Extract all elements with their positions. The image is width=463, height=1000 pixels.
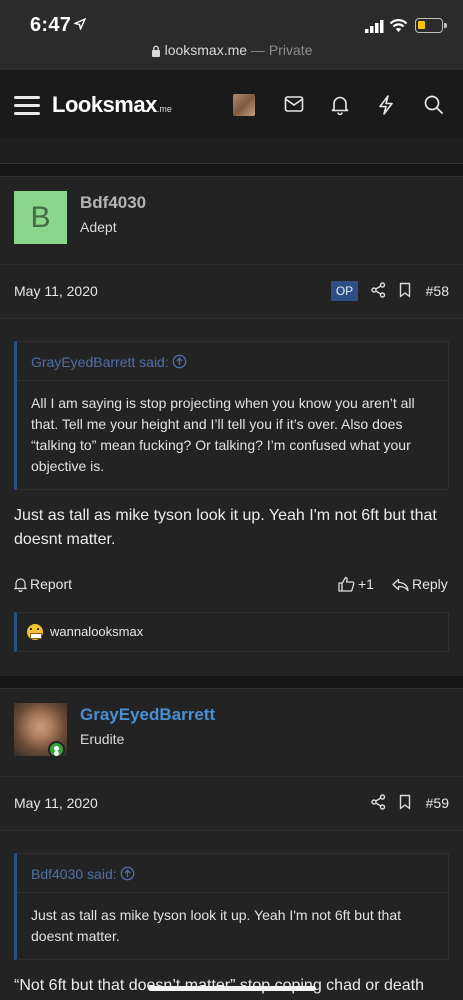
post-body: Just as tall as mike tyson look it up. Y… bbox=[14, 507, 437, 548]
quote-author: GrayEyedBarrett said: bbox=[31, 354, 169, 370]
author-title: Erudite bbox=[80, 731, 125, 747]
post-body: “Not 6ft but that doesn’t matter” stop c… bbox=[14, 977, 425, 994]
address-bar[interactable]: looksmax.me — Private bbox=[0, 42, 463, 58]
report-button[interactable]: Report bbox=[14, 576, 72, 592]
post-date[interactable]: May 11, 2020 bbox=[14, 795, 98, 811]
online-status-icon bbox=[48, 741, 65, 758]
menu-icon[interactable] bbox=[14, 96, 40, 115]
quote-text: All I am saying is stop projecting when … bbox=[31, 395, 415, 474]
grimace-emoji-icon bbox=[27, 624, 43, 640]
post-number[interactable]: #58 bbox=[426, 283, 449, 299]
share-icon[interactable] bbox=[371, 794, 386, 810]
reply-button[interactable]: Reply bbox=[392, 576, 448, 592]
quote-header[interactable]: Bdf4030 said: bbox=[17, 854, 448, 893]
like-count: +1 bbox=[358, 576, 374, 592]
report-label: Report bbox=[30, 576, 73, 592]
post-58: B Bdf4030 Adept May 11, 2020 OP #58 Gray… bbox=[0, 176, 463, 676]
home-indicator[interactable] bbox=[148, 986, 316, 991]
account-avatar[interactable] bbox=[233, 94, 255, 116]
like-button[interactable]: +1 bbox=[338, 576, 374, 592]
share-icon[interactable] bbox=[371, 282, 386, 298]
post-actions: Report +1 Reply bbox=[0, 552, 463, 612]
post-meta-row: May 11, 2020 OP #58 bbox=[0, 265, 463, 319]
battery-icon bbox=[415, 18, 447, 33]
site-header: Looksmax.me bbox=[0, 70, 463, 138]
bookmark-icon[interactable] bbox=[399, 794, 411, 810]
quote-author: Bdf4030 said: bbox=[31, 866, 117, 882]
bookmark-icon[interactable] bbox=[399, 282, 411, 298]
inbox-icon[interactable] bbox=[284, 95, 304, 113]
jump-to-quote-icon[interactable] bbox=[120, 866, 135, 881]
url-domain: looksmax.me bbox=[164, 42, 248, 58]
author-name[interactable]: Bdf4030 bbox=[80, 193, 146, 213]
author-title: Adept bbox=[80, 219, 117, 235]
lock-icon bbox=[151, 45, 160, 57]
status-time: 6:47 bbox=[30, 14, 72, 36]
wifi-icon bbox=[389, 19, 408, 32]
quote-header[interactable]: GrayEyedBarrett said: bbox=[17, 342, 448, 381]
thread-content: B Bdf4030 Adept May 11, 2020 OP #58 Gray… bbox=[0, 138, 463, 1000]
search-icon[interactable] bbox=[424, 95, 443, 114]
logo-text: Looksmax bbox=[52, 92, 157, 117]
author-name[interactable]: GrayEyedBarrett bbox=[80, 705, 215, 725]
logo-suffix: .me bbox=[156, 104, 172, 114]
reply-label: Reply bbox=[412, 576, 448, 592]
post-59: GrayEyedBarrett Erudite May 11, 2020 #59… bbox=[0, 688, 463, 1000]
bell-outline-icon bbox=[14, 578, 27, 592]
op-badge: OP bbox=[331, 281, 358, 301]
cellular-signal-icon bbox=[365, 20, 384, 33]
reply-arrow-icon bbox=[392, 578, 409, 592]
thumbs-up-icon bbox=[338, 576, 355, 592]
bell-icon[interactable] bbox=[331, 95, 349, 115]
quote-block: Bdf4030 said: Just as tall as mike tyson… bbox=[14, 853, 449, 960]
location-arrow-icon bbox=[74, 18, 86, 30]
browser-status-bar: 6:47 looksmax.me — Private bbox=[0, 0, 463, 70]
previous-post-footer bbox=[0, 138, 463, 164]
quote-block: GrayEyedBarrett said: All I am saying is… bbox=[14, 341, 449, 490]
reaction-user[interactable]: wannalooksmax bbox=[50, 624, 143, 639]
post-meta-row: May 11, 2020 #59 bbox=[0, 777, 463, 831]
post-author-row: B Bdf4030 Adept bbox=[0, 177, 463, 265]
url-separator: — bbox=[247, 42, 269, 58]
post-number[interactable]: #59 bbox=[426, 795, 449, 811]
quote-text: Just as tall as mike tyson look it up. Y… bbox=[31, 907, 401, 944]
jump-to-quote-icon[interactable] bbox=[172, 354, 187, 369]
lightning-icon[interactable] bbox=[378, 95, 394, 115]
reactions-bar[interactable]: wannalooksmax bbox=[14, 612, 449, 652]
author-avatar[interactable]: B bbox=[14, 191, 67, 244]
post-date[interactable]: May 11, 2020 bbox=[14, 283, 98, 299]
post-author-row: GrayEyedBarrett Erudite bbox=[0, 689, 463, 777]
url-private-label: Private bbox=[268, 42, 313, 58]
site-logo[interactable]: Looksmax.me bbox=[52, 92, 172, 118]
